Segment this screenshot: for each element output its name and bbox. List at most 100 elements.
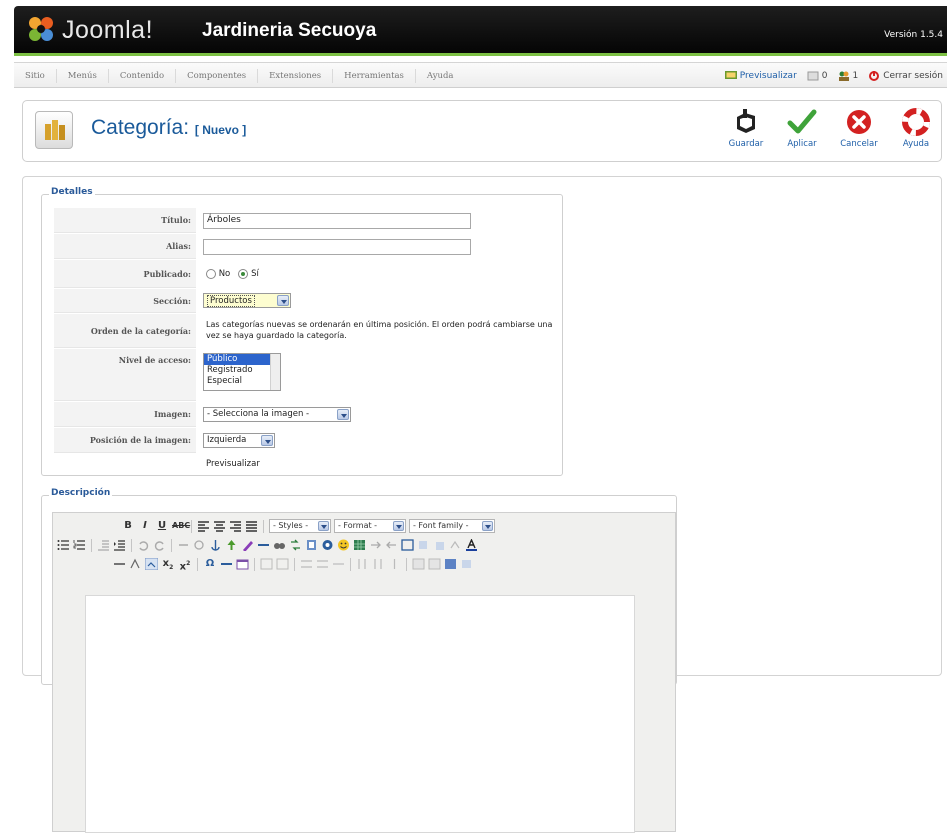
- alias-input[interactable]: [203, 239, 471, 255]
- menu-item-extensiones[interactable]: Extensiones: [258, 69, 334, 83]
- listbox-scrollbar[interactable]: [270, 354, 280, 390]
- category-icon: [35, 111, 73, 149]
- anchor-icon[interactable]: [209, 539, 222, 551]
- separator: [197, 557, 198, 571]
- menu-item-menus[interactable]: Menús: [57, 69, 109, 83]
- underline-button[interactable]: U: [155, 519, 169, 533]
- delete-row-icon[interactable]: [332, 558, 345, 570]
- save-button[interactable]: Guardar: [718, 107, 774, 149]
- horizontal-rule-icon[interactable]: [257, 539, 270, 551]
- layer-icon[interactable]: [444, 558, 457, 570]
- insert-date-icon[interactable]: [236, 558, 249, 570]
- cancel-button[interactable]: Cancelar: [831, 107, 887, 149]
- bold-button[interactable]: B: [121, 519, 135, 533]
- spellcheck-icon[interactable]: [449, 539, 462, 551]
- numbered-list-icon[interactable]: [73, 539, 86, 551]
- logout-link[interactable]: Cerrar sesión: [868, 71, 943, 81]
- hr-line-icon[interactable]: [113, 558, 126, 570]
- users-indicator[interactable]: 1: [838, 71, 858, 81]
- find-icon[interactable]: [273, 539, 286, 551]
- superscript-button[interactable]: x2: [178, 557, 192, 572]
- image-position-value: Izquierda: [207, 435, 247, 445]
- align-center-icon[interactable]: [213, 520, 226, 532]
- italic-button[interactable]: I: [138, 519, 152, 533]
- align-left-icon[interactable]: [197, 520, 210, 532]
- align-right-icon[interactable]: [229, 520, 242, 532]
- menu-item-herramientas[interactable]: Herramientas: [333, 69, 416, 83]
- visual-aid-icon[interactable]: [145, 558, 158, 570]
- table-cell-props-icon[interactable]: [276, 558, 289, 570]
- access-option[interactable]: Especial: [204, 376, 280, 387]
- emoticon-icon[interactable]: [337, 539, 350, 551]
- logout-label: Cerrar sesión: [883, 71, 943, 81]
- menu-item-contenido[interactable]: Contenido: [109, 69, 177, 83]
- content-area: Detalles Título: Árboles Alias: Publicad…: [22, 176, 942, 833]
- menu-item-ayuda[interactable]: Ayuda: [416, 69, 465, 83]
- cut-icon[interactable]: [433, 539, 446, 551]
- style-props-icon[interactable]: [460, 558, 473, 570]
- table-icon[interactable]: [353, 539, 366, 551]
- remove-format-icon[interactable]: [129, 558, 142, 570]
- insert-col-before-icon[interactable]: [356, 558, 369, 570]
- redo-icon[interactable]: [153, 539, 166, 551]
- insert-hr-icon[interactable]: [220, 558, 233, 570]
- fullscreen-icon[interactable]: [401, 539, 414, 551]
- link-icon[interactable]: [177, 539, 190, 551]
- image-select[interactable]: - Selecciona la imagen -: [203, 407, 351, 422]
- strikethrough-button[interactable]: ABC: [172, 519, 190, 533]
- replace-icon[interactable]: [289, 539, 302, 551]
- menu-item-sitio[interactable]: Sitio: [14, 69, 57, 83]
- format-select[interactable]: - Format -: [334, 519, 406, 533]
- special-char-button[interactable]: Ω: [203, 557, 217, 571]
- published-yes-radio[interactable]: [238, 268, 249, 279]
- page-subtitle: [ Nuevo ]: [194, 123, 247, 137]
- menu-item-componentes[interactable]: Componentes: [176, 69, 259, 83]
- merge-cells-icon[interactable]: [428, 558, 441, 570]
- cleanup-icon[interactable]: [241, 539, 254, 551]
- insert-col-after-icon[interactable]: [372, 558, 385, 570]
- indent-icon[interactable]: [113, 539, 126, 551]
- delete-col-icon[interactable]: [388, 558, 401, 570]
- table-row-props-icon[interactable]: [260, 558, 273, 570]
- preview-row: Previsualizar: [54, 454, 559, 474]
- editor-content-area[interactable]: [85, 595, 635, 833]
- separator: [131, 538, 132, 552]
- font-family-select[interactable]: - Font family -: [409, 519, 495, 533]
- main-menu-bar: Sitio Menús Contenido Componentes Extens…: [14, 62, 947, 88]
- insert-row-after-icon[interactable]: [316, 558, 329, 570]
- published-no-radio[interactable]: [206, 268, 216, 279]
- chevron-down-icon: [337, 409, 349, 420]
- media-icon[interactable]: [321, 539, 334, 551]
- ltr-icon[interactable]: [369, 539, 382, 551]
- insert-row-before-icon[interactable]: [300, 558, 313, 570]
- checkmark-icon: [787, 109, 817, 134]
- bullet-list-icon[interactable]: [57, 539, 70, 551]
- help-button[interactable]: Ayuda: [888, 107, 944, 149]
- styles-select[interactable]: - Styles -: [269, 519, 331, 533]
- preview-link[interactable]: Previsualizar: [724, 71, 797, 81]
- access-listbox[interactable]: Público Registrado Especial: [203, 353, 281, 391]
- copy-icon[interactable]: [417, 539, 430, 551]
- apply-button[interactable]: Aplicar: [774, 107, 830, 149]
- unlink-icon[interactable]: [193, 539, 206, 551]
- outdent-icon[interactable]: [97, 539, 110, 551]
- access-option[interactable]: Público: [204, 354, 280, 365]
- users-icon: [838, 71, 849, 81]
- image-insert-icon[interactable]: [225, 539, 238, 551]
- align-justify-icon[interactable]: [245, 520, 258, 532]
- separator: [350, 557, 351, 571]
- access-option[interactable]: Registrado: [204, 365, 280, 376]
- messages-indicator[interactable]: 0: [807, 71, 828, 81]
- editor-toolbar-row-3: x2 x2 Ω: [113, 555, 473, 573]
- text-color-icon[interactable]: [465, 539, 478, 551]
- subscript-button[interactable]: x2: [161, 557, 175, 571]
- section-select[interactable]: Productos: [203, 293, 291, 308]
- paste-icon[interactable]: [305, 539, 318, 551]
- title-input[interactable]: Árboles: [203, 213, 471, 229]
- split-cells-icon[interactable]: [412, 558, 425, 570]
- image-position-select[interactable]: Izquierda: [203, 433, 275, 448]
- undo-icon[interactable]: [137, 539, 150, 551]
- title-label: Título:: [54, 208, 196, 233]
- mail-icon: [807, 71, 819, 81]
- rtl-icon[interactable]: [385, 539, 398, 551]
